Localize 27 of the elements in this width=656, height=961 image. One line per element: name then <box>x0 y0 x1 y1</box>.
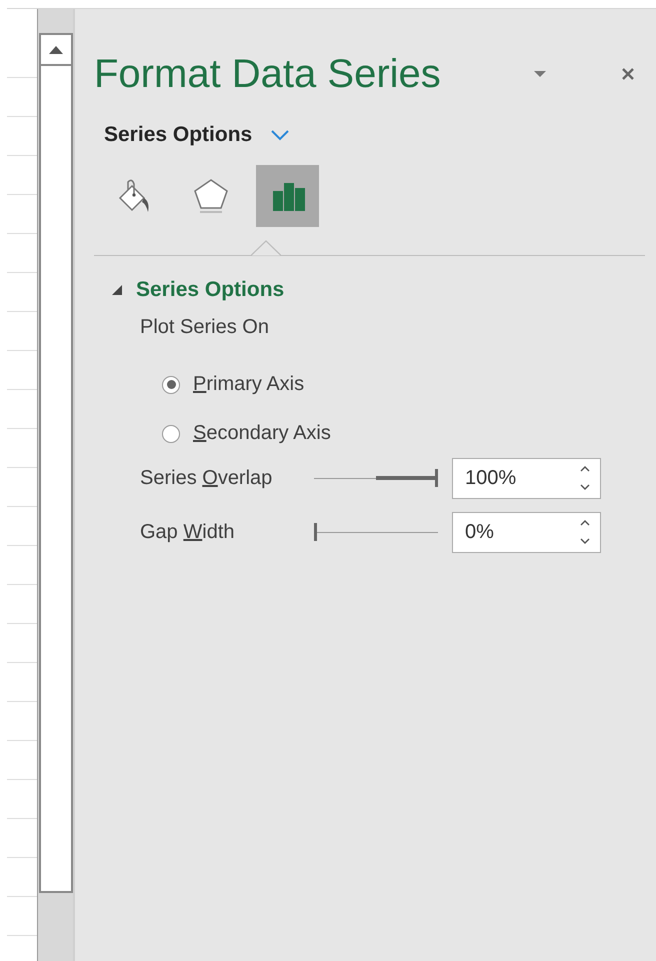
spin-box[interactable]: 0% <box>452 512 601 552</box>
section-title[interactable]: Series Options <box>136 278 284 302</box>
spin-down-icon[interactable] <box>580 538 590 544</box>
format-tab[interactable] <box>256 165 319 227</box>
radio-button[interactable] <box>162 376 180 394</box>
close-icon[interactable] <box>621 67 635 81</box>
up-arrow-icon <box>49 46 63 54</box>
collapse-triangle-icon[interactable] <box>112 285 122 295</box>
spin-down-icon[interactable] <box>580 484 590 490</box>
scroll-up-button[interactable] <box>39 33 73 66</box>
radio-label[interactable]: Secondary Axis <box>193 422 331 445</box>
slider-label: Gap Width <box>140 520 236 544</box>
group-label: Plot Series On <box>140 316 269 339</box>
scrollbar-thumb[interactable] <box>39 66 73 893</box>
slider-fill <box>376 476 438 480</box>
slider-label: Series Overlap <box>140 466 274 490</box>
chevron-down-icon[interactable] <box>270 129 290 141</box>
radio-label[interactable]: Primary Axis <box>193 373 304 396</box>
pane-title: Format Data Series <box>94 52 441 96</box>
dropdown-icon[interactable] <box>534 71 546 77</box>
slider-thumb[interactable] <box>314 523 317 541</box>
spin-up-icon[interactable] <box>580 520 590 526</box>
spin-box[interactable]: 100% <box>452 458 601 498</box>
options-dropdown-label[interactable]: Series Options <box>104 123 252 147</box>
radio-button[interactable] <box>162 424 180 442</box>
spin-up-icon[interactable] <box>580 466 590 472</box>
slider-thumb[interactable] <box>435 469 438 487</box>
